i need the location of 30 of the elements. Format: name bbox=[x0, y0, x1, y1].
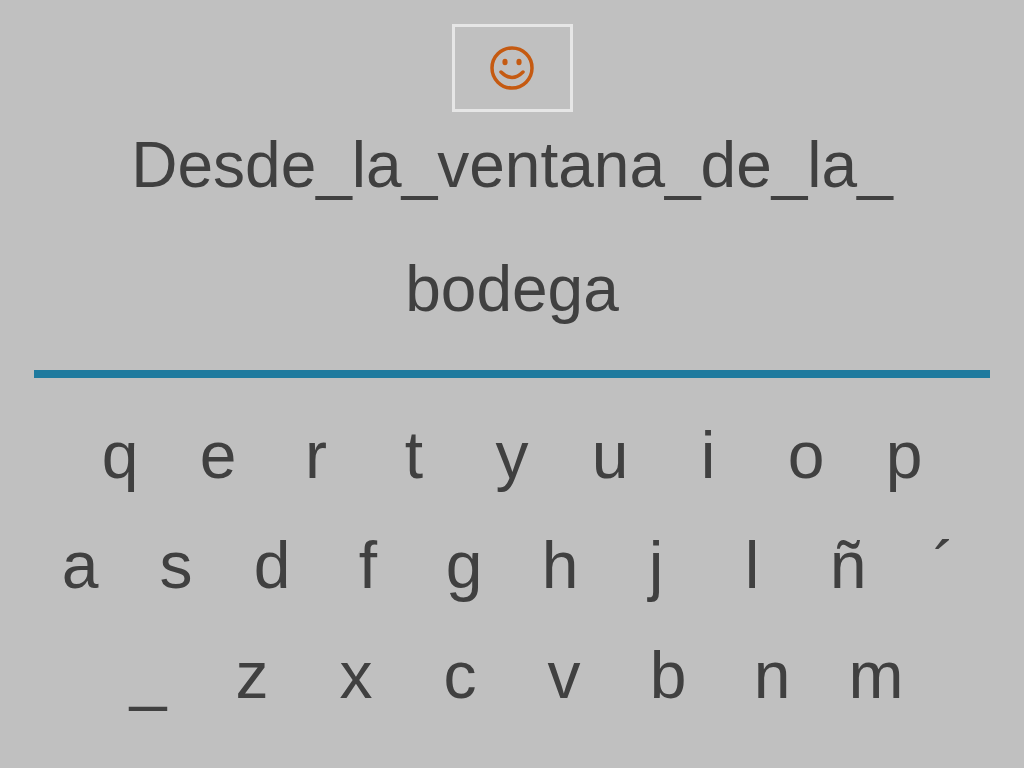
letter-key[interactable]: j bbox=[608, 525, 704, 605]
letter-key[interactable]: n bbox=[720, 635, 824, 715]
letter-key[interactable]: ñ bbox=[800, 525, 896, 605]
letter-key[interactable]: y bbox=[463, 415, 561, 495]
smiley-icon bbox=[489, 45, 535, 91]
letter-key[interactable]: s bbox=[128, 525, 224, 605]
letter-key[interactable]: o bbox=[757, 415, 855, 495]
letter-key[interactable]: _ bbox=[96, 635, 200, 715]
letter-key[interactable]: u bbox=[561, 415, 659, 495]
letter-key[interactable]: p bbox=[855, 415, 953, 495]
letter-key[interactable]: b bbox=[616, 635, 720, 715]
letter-key[interactable]: r bbox=[267, 415, 365, 495]
letter-key[interactable]: a bbox=[32, 525, 128, 605]
letter-key[interactable]: z bbox=[200, 635, 304, 715]
letter-key[interactable]: g bbox=[416, 525, 512, 605]
letter-key[interactable]: i bbox=[659, 415, 757, 495]
letter-key[interactable]: t bbox=[365, 415, 463, 495]
letter-key[interactable]: m bbox=[824, 635, 928, 715]
letter-key[interactable]: v bbox=[512, 635, 616, 715]
letter-key[interactable]: h bbox=[512, 525, 608, 605]
letter-key[interactable]: e bbox=[169, 415, 267, 495]
sentence-line: bodega bbox=[405, 252, 619, 326]
letter-key[interactable]: d bbox=[224, 525, 320, 605]
letter-key[interactable]: ´ bbox=[896, 525, 992, 605]
letter-key[interactable]: c bbox=[408, 635, 512, 715]
letter-key[interactable]: x bbox=[304, 635, 408, 715]
letter-key[interactable]: f bbox=[320, 525, 416, 605]
letter-key[interactable]: q bbox=[71, 415, 169, 495]
sentence-line: Desde_la_ventana_de_la_ bbox=[131, 128, 893, 202]
letter-key[interactable]: l bbox=[704, 525, 800, 605]
